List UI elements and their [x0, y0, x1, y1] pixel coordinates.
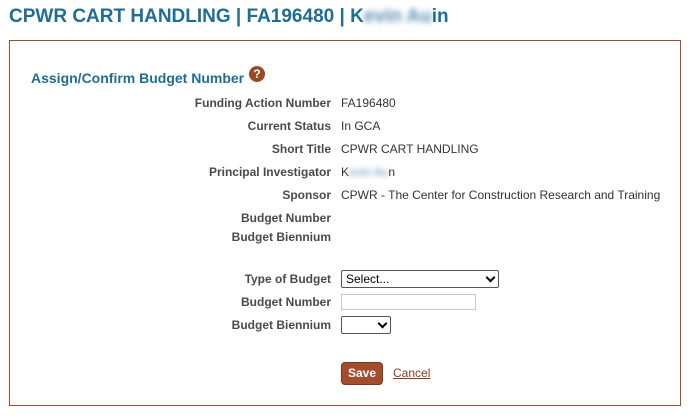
detail-label: Budget Number [241, 211, 331, 225]
detail-value: FA196480 [341, 96, 396, 110]
detail-label: Budget Biennium [231, 230, 331, 244]
pi-name-suffix: n [388, 165, 396, 179]
chevron-down-icon [485, 272, 496, 283]
help-icon[interactable]: ? [249, 66, 265, 82]
cancel-link[interactable]: Cancel [393, 366, 430, 380]
detail-row-budget-number: Budget Number [10, 208, 682, 228]
chevron-down-icon [377, 318, 388, 329]
save-button[interactable]: Save [341, 362, 383, 385]
type-of-budget-label: Type of Budget [244, 272, 331, 286]
detail-row-sponsor: Sponsor CPWR - The Center for Constructi… [10, 185, 682, 205]
form-row-type-of-budget: Type of Budget Select... [10, 269, 682, 289]
detail-label: Sponsor [282, 188, 331, 202]
detail-row-budget-biennium: Budget Biennium [10, 227, 682, 247]
detail-value: CPWR - The Center for Construction Resea… [341, 188, 661, 202]
budget-biennium-select[interactable] [341, 316, 391, 334]
detail-value: Kevin Aun [341, 162, 395, 182]
detail-label: Short Title [271, 142, 331, 156]
pi-name-prefix: K [341, 165, 350, 179]
page-title-suffix: in [431, 6, 449, 27]
detail-label: Current Status [247, 119, 331, 133]
detail-row-funding-action: Funding Action Number FA196480 [10, 93, 682, 113]
budget-number-label: Budget Number [241, 295, 331, 309]
detail-label: Principal Investigator [208, 165, 331, 179]
section-title: Assign/Confirm Budget Number [31, 70, 245, 86]
form-row-budget-number: Budget Number [10, 292, 682, 312]
type-of-budget-selected: Select... [346, 272, 390, 286]
page-title: CPWR CART HANDLING | FA196480 | Kevin Au… [9, 6, 449, 28]
detail-value: CPWR CART HANDLING [341, 142, 479, 156]
detail-row-short-title: Short Title CPWR CART HANDLING [10, 139, 682, 159]
redacted-name: evin Au [363, 6, 432, 27]
page-title-text: CPWR CART HANDLING | FA196480 | K [9, 6, 364, 27]
detail-label: Funding Action Number [194, 96, 331, 110]
pi-name-redacted: evin Au [349, 165, 389, 179]
form-row-budget-biennium: Budget Biennium [10, 315, 682, 335]
budget-panel: Assign/Confirm Budget Number ? Funding A… [9, 40, 681, 406]
budget-number-input[interactable] [341, 294, 476, 310]
type-of-budget-select[interactable]: Select... [341, 270, 499, 288]
detail-row-current-status: Current Status In GCA [10, 116, 682, 136]
budget-biennium-label: Budget Biennium [231, 318, 331, 332]
detail-value: In GCA [341, 119, 381, 133]
detail-row-principal-investigator: Principal Investigator Kevin Aun [10, 162, 682, 182]
